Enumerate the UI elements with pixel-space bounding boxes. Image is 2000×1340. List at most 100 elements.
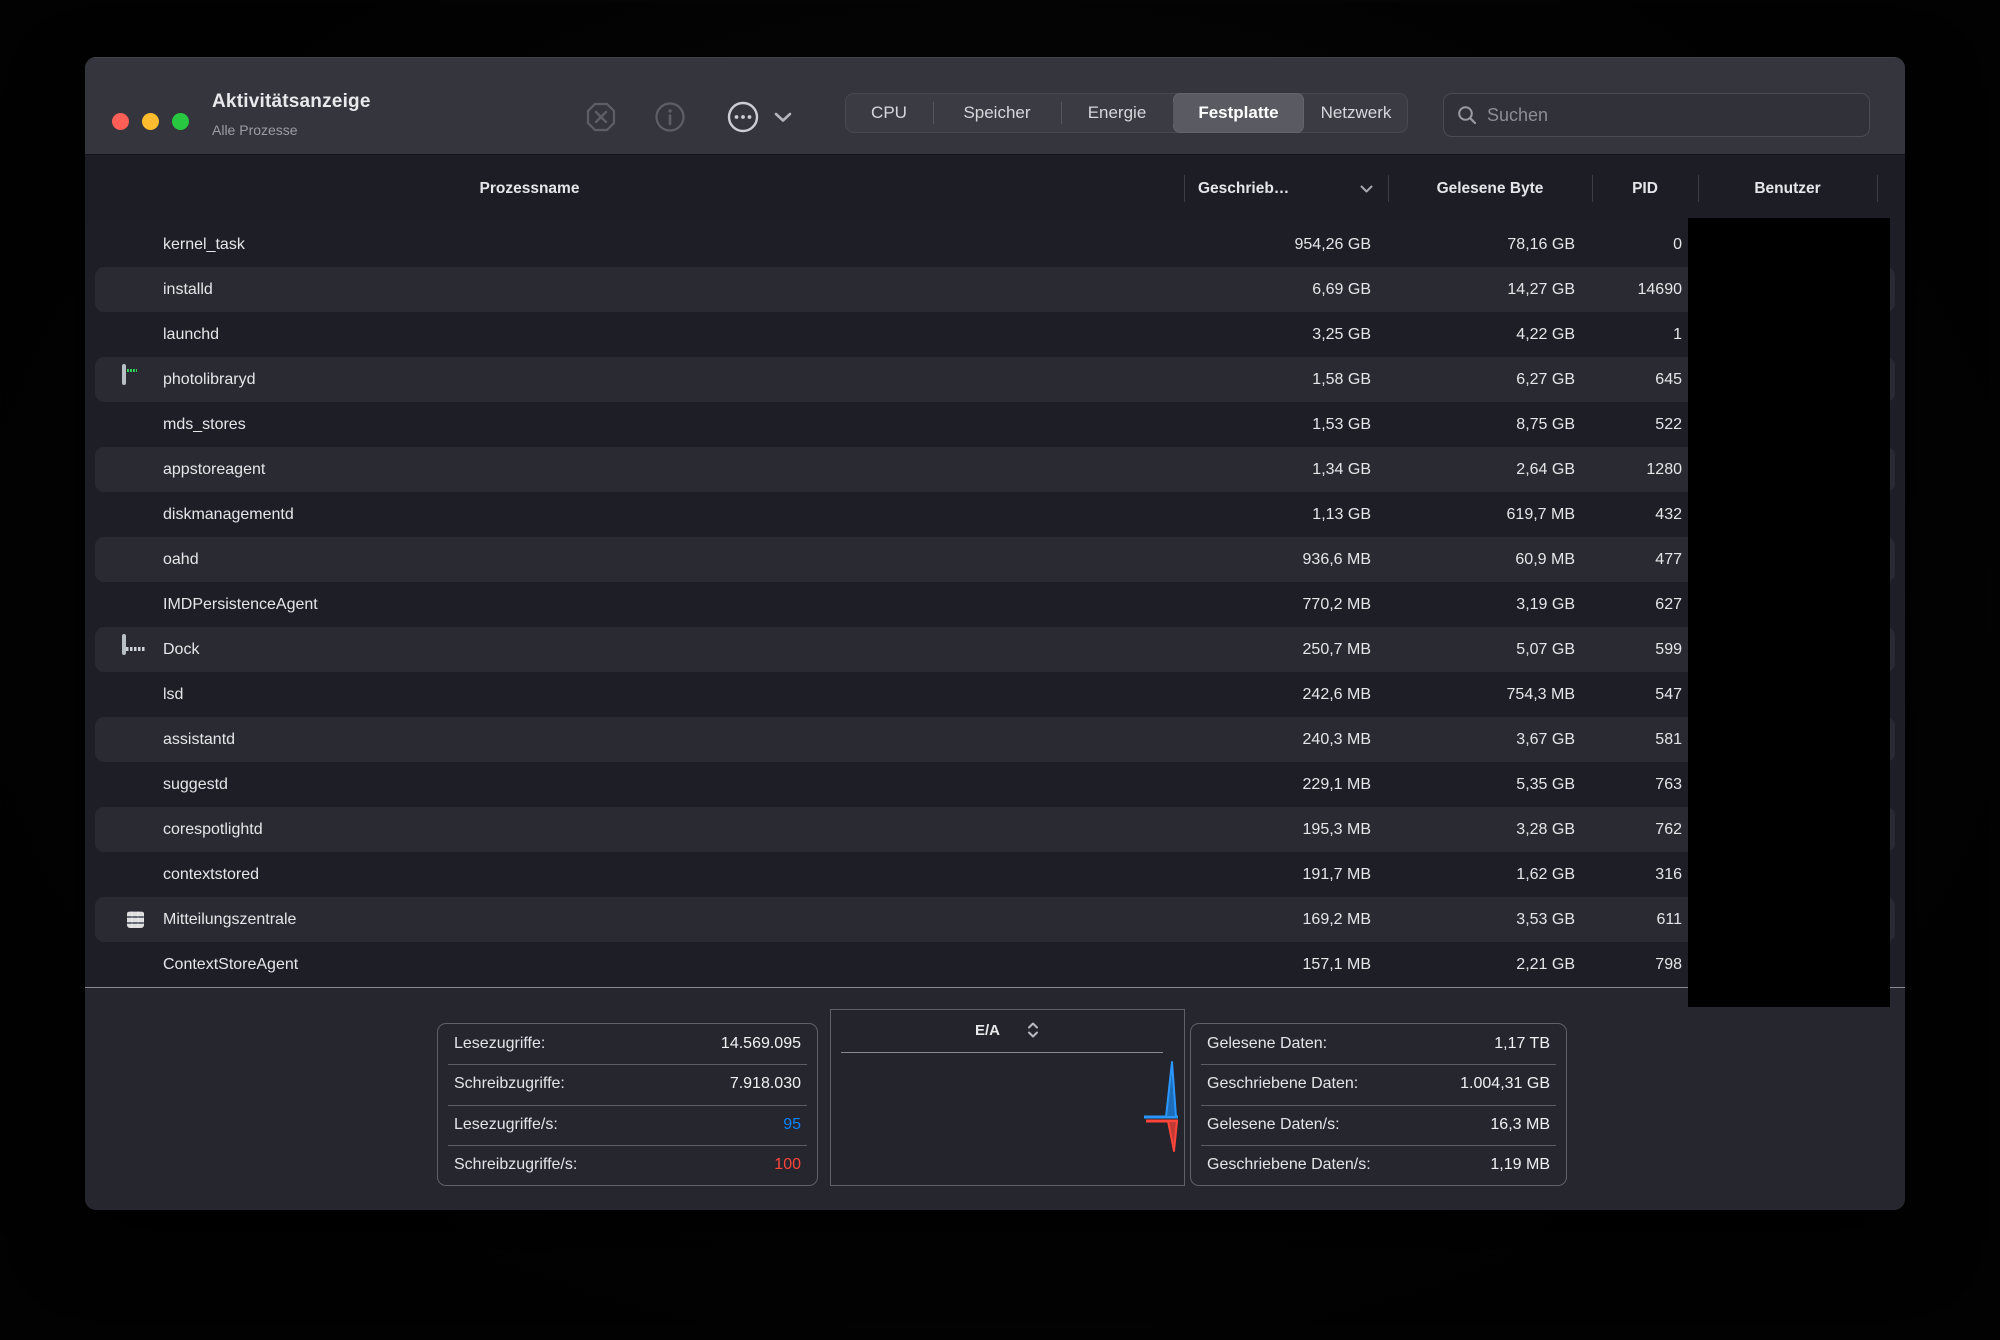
ellipsis-circle-icon (725, 99, 761, 135)
table-row[interactable]: launchd 3,25 GB 4,22 GB 1 (85, 312, 1905, 357)
bytes-read: 754,3 MB (1388, 672, 1575, 717)
column-header-gelesene-byte[interactable]: Gelesene Byte (1388, 155, 1592, 222)
no-icon (122, 546, 149, 573)
close-button[interactable] (112, 113, 129, 130)
tab-speicher[interactable]: Speicher (933, 93, 1061, 133)
table-row[interactable]: diskmanagementd 1,13 GB 619,7 MB 432 (85, 492, 1905, 537)
table-header: Prozessname Geschrieb… Gelesene Byte PID… (85, 155, 1905, 222)
bytes-written: 191,7 MB (1184, 852, 1371, 897)
no-icon (122, 501, 149, 528)
search-field[interactable] (1443, 93, 1870, 137)
search-input[interactable] (1487, 105, 1857, 126)
column-header-pid[interactable]: PID (1592, 155, 1698, 222)
bytes-read: 3,19 GB (1388, 582, 1575, 627)
bytes-written: 1,34 GB (1184, 447, 1371, 492)
no-icon (122, 231, 149, 258)
no-icon (122, 276, 149, 303)
table-row[interactable]: suggestd 229,1 MB 5,35 GB 763 (85, 762, 1905, 807)
column-header-geschriebene-byte[interactable]: Geschrieb… (1184, 155, 1388, 222)
more-options-button[interactable] (721, 95, 765, 139)
process-name: suggestd (163, 762, 228, 807)
process-table: kernel_task 954,26 GB 78,16 GB 0 install… (85, 222, 1905, 987)
io-history-chart (831, 1054, 1186, 1186)
zoom-button[interactable] (172, 113, 189, 130)
process-pid: 763 (1592, 762, 1682, 807)
stat-label: Gelesene Daten/s: (1207, 1116, 1340, 1134)
process-name: diskmanagementd (163, 492, 294, 537)
column-label: Prozessname (480, 180, 580, 198)
column-label: PID (1632, 180, 1658, 198)
traffic-lights (112, 113, 189, 130)
column-label: Gelesene Byte (1437, 180, 1544, 198)
process-name: ContextStoreAgent (163, 942, 298, 987)
bytes-written: 1,53 GB (1184, 402, 1371, 447)
table-row[interactable]: kernel_task 954,26 GB 78,16 GB 0 (85, 222, 1905, 267)
table-row[interactable]: appstoreagent 1,34 GB 2,64 GB 1280 (85, 447, 1905, 492)
table-row[interactable]: IMDPersistenceAgent 770,2 MB 3,19 GB 627 (85, 582, 1905, 627)
tab-festplatte[interactable]: Festplatte (1173, 93, 1304, 133)
window-title: Aktivitätsanzeige (212, 91, 371, 113)
process-name: photolibraryd (163, 357, 256, 402)
column-divider[interactable] (1592, 175, 1593, 202)
table-row[interactable]: ContextStoreAgent 157,1 MB 2,21 GB 798 (85, 942, 1905, 987)
column-header-prozessname[interactable]: Prozessname (85, 155, 1184, 222)
stat-label: Lesezugriffe/s: (454, 1116, 558, 1134)
no-icon (122, 321, 149, 348)
stat-value: 1,19 MB (1490, 1156, 1550, 1174)
no-icon (122, 591, 149, 618)
table-row[interactable]: mds_stores 1,53 GB 8,75 GB 522 (85, 402, 1905, 447)
table-row[interactable]: lsd 242,6 MB 754,3 MB 547 (85, 672, 1905, 717)
process-pid: 14690 (1592, 267, 1682, 312)
titleblock: Aktivitätsanzeige Alle Prozesse (212, 91, 371, 138)
tab-netzwerk[interactable]: Netzwerk (1304, 93, 1408, 133)
io-popup-button[interactable]: E/A (831, 1010, 1184, 1050)
stat-value: 7.918.030 (730, 1075, 801, 1093)
column-divider[interactable] (1698, 175, 1699, 202)
bytes-read: 5,07 GB (1388, 627, 1575, 672)
table-row[interactable]: oahd 936,6 MB 60,9 MB 477 (85, 537, 1905, 582)
column-divider[interactable] (1877, 175, 1878, 202)
tab-energie[interactable]: Energie (1061, 93, 1173, 133)
table-row[interactable]: corespotlightd 195,3 MB 3,28 GB 762 (85, 807, 1905, 852)
minimize-button[interactable] (142, 113, 159, 130)
bytes-read: 3,28 GB (1388, 807, 1575, 852)
inspect-process-button[interactable] (648, 95, 692, 139)
no-icon (122, 771, 149, 798)
titlebar: Aktivitätsanzeige Alle Prozesse (85, 57, 1905, 155)
table-row[interactable]: Mitteilungszentrale 169,2 MB 3,53 GB 611 (85, 897, 1905, 942)
table-row[interactable]: photolibraryd 1,58 GB 6,27 GB 645 (85, 357, 1905, 402)
terminal-icon (122, 364, 126, 385)
sort-descending-icon (1359, 184, 1374, 194)
process-name: assistantd (163, 717, 235, 762)
column-header-benutzer[interactable]: Benutzer (1698, 155, 1877, 222)
desktop-background: Aktivitätsanzeige Alle Prozesse (0, 0, 2000, 1340)
table-row[interactable]: assistantd 240,3 MB 3,67 GB 581 (85, 717, 1905, 762)
process-name: appstoreagent (163, 447, 265, 492)
column-divider[interactable] (1388, 175, 1389, 202)
tab-cpu[interactable]: CPU (845, 93, 933, 133)
bytes-written: 195,3 MB (1184, 807, 1371, 852)
process-pid: 0 (1592, 222, 1682, 267)
stop-process-button[interactable] (579, 95, 623, 139)
table-row[interactable]: installd 6,69 GB 14,27 GB 14690 (85, 267, 1905, 312)
stat-value: 95 (783, 1116, 801, 1134)
dock-icon (122, 634, 126, 655)
process-pid: 1 (1592, 312, 1682, 357)
more-options-chevron[interactable] (769, 95, 797, 139)
bytes-written: 157,1 MB (1184, 942, 1371, 987)
bytes-written: 1,58 GB (1184, 357, 1371, 402)
stat-value: 1.004,31 GB (1460, 1075, 1550, 1093)
stat-label: Schreibzugriffe/s: (454, 1156, 577, 1174)
io-title-divider (841, 1052, 1163, 1053)
table-row[interactable]: contextstored 191,7 MB 1,62 GB 316 (85, 852, 1905, 897)
table-row[interactable]: Dock 250,7 MB 5,07 GB 599 (85, 627, 1905, 672)
stat-label: Geschriebene Daten/s: (1207, 1156, 1371, 1174)
column-divider[interactable] (1184, 175, 1185, 202)
chevron-down-icon (773, 111, 793, 123)
bytes-written: 250,7 MB (1184, 627, 1371, 672)
bytes-written: 770,2 MB (1184, 582, 1371, 627)
process-name: Mitteilungszentrale (163, 897, 296, 942)
bytes-read: 3,53 GB (1388, 897, 1575, 942)
process-name: IMDPersistenceAgent (163, 582, 318, 627)
process-pid: 1280 (1592, 447, 1682, 492)
